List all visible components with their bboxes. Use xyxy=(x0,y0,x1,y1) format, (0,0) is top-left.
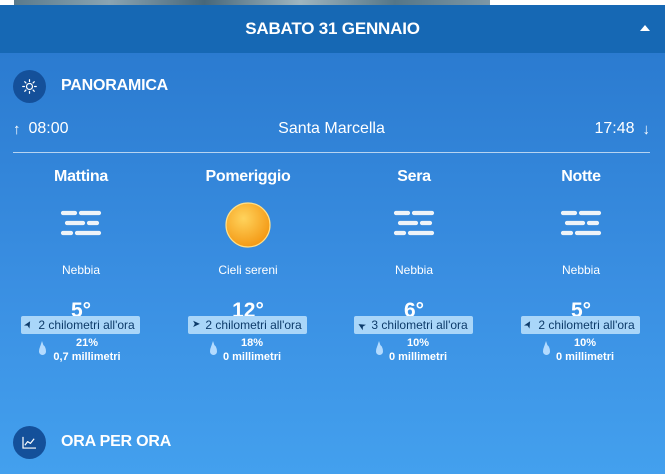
wind-badge: ➤ 2 chilometri all'ora xyxy=(188,316,307,334)
sun-icon xyxy=(225,202,271,248)
overview-section-header: PANORAMICA xyxy=(13,69,168,103)
period-condition: Nebbia xyxy=(394,263,434,277)
divider xyxy=(13,152,650,153)
fog-icon xyxy=(393,210,435,236)
location-name: Santa Marcella xyxy=(278,120,385,137)
day-title: SABATO 31 GENNAIO xyxy=(245,19,420,38)
chart-icon xyxy=(13,425,46,459)
sunrise: ↑ 08:00 xyxy=(13,120,69,138)
rain-amount: 0 millimetri xyxy=(222,351,282,363)
hourly-title: ORA PER ORA xyxy=(61,433,172,450)
period-name: Mattina xyxy=(54,168,108,185)
period-name: Sera xyxy=(397,168,431,185)
sunset-time: 17:48 xyxy=(594,120,635,137)
period-name: Notte xyxy=(561,168,601,185)
sunrise-time: 08:00 xyxy=(28,120,69,137)
rain-amount: 0,7 millimetri xyxy=(53,351,121,363)
rain-amount: 0 millimetri xyxy=(388,351,448,363)
rain-probability: 18% xyxy=(240,337,264,349)
hourly-section-header[interactable]: ORA PER ORA xyxy=(13,425,171,459)
wind-direction-icon: ➤ xyxy=(355,318,369,333)
day-periods: Mattina Nebbia 5° 21% 0,7 millimetri Pom… xyxy=(0,165,665,395)
period-morning: Mattina Nebbia 5° 21% 0,7 millimetri xyxy=(1,165,161,395)
period-precipitation: 10% 0 millimetri xyxy=(334,336,494,366)
day-panel: PANORAMICA Santa Marcella ↑ 08:00 17:48 … xyxy=(0,53,665,474)
wind-speed: 2 chilometri all'ora xyxy=(38,318,135,332)
wind-direction-icon: ➤ xyxy=(521,318,536,332)
raindrop-icon xyxy=(376,341,383,355)
wind-speed: 3 chilometri all'ora xyxy=(371,318,468,332)
wind-speed: 2 chilometri all'ora xyxy=(205,318,302,332)
raindrop-icon xyxy=(39,341,46,355)
sun-times-row: Santa Marcella ↑ 08:00 17:48 ↓ xyxy=(13,120,650,140)
sun-outline-icon xyxy=(13,69,46,103)
period-night: Notte Nebbia 5° 10% 0 millimetri xyxy=(501,165,661,395)
period-precipitation: 18% 0 millimetri xyxy=(168,336,328,366)
sunset: 17:48 ↓ xyxy=(594,120,650,138)
wind-direction-icon: ➤ xyxy=(21,318,36,332)
day-header[interactable]: SABATO 31 GENNAIO xyxy=(0,5,665,53)
period-condition: Nebbia xyxy=(61,263,101,277)
wind-badge: ➤ 3 chilometri all'ora xyxy=(354,316,473,334)
rain-probability: 21% xyxy=(75,337,99,349)
overview-title: PANORAMICA xyxy=(61,77,169,94)
period-afternoon: Pomeriggio Cieli sereni 12° 18% 0 millim… xyxy=(168,165,328,395)
wind-badge: ➤ 2 chilometri all'ora xyxy=(521,316,640,334)
wind-badge: ➤ 2 chilometri all'ora xyxy=(21,316,140,334)
rain-probability: 10% xyxy=(406,337,430,349)
rain-amount: 0 millimetri xyxy=(555,351,615,363)
raindrop-icon xyxy=(543,341,550,355)
period-precipitation: 21% 0,7 millimetri xyxy=(1,336,161,366)
period-precipitation: 10% 0 millimetri xyxy=(501,336,661,366)
period-condition: Nebbia xyxy=(561,263,601,277)
fog-icon xyxy=(560,210,602,236)
sunset-arrow-icon: ↓ xyxy=(642,120,651,138)
period-evening: Sera Nebbia 6° 10% 0 millimetri xyxy=(334,165,494,395)
rain-probability: 10% xyxy=(573,337,597,349)
sunrise-arrow-icon: ↑ xyxy=(13,120,21,138)
wind-direction-icon: ➤ xyxy=(192,319,201,330)
collapse-caret-icon[interactable] xyxy=(640,25,650,31)
fog-icon xyxy=(60,210,102,236)
wind-speed: 2 chilometri all'ora xyxy=(538,318,635,332)
raindrop-icon xyxy=(210,341,217,355)
period-name: Pomeriggio xyxy=(205,168,291,185)
period-condition: Cieli sereni xyxy=(218,263,278,277)
